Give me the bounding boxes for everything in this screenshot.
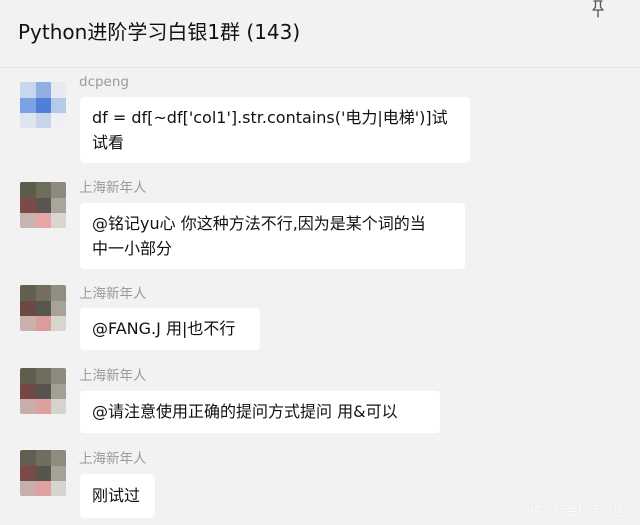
sender-name: 上海新年人: [79, 286, 147, 302]
message-bubble: @FANG.J 用|也不行: [80, 308, 260, 350]
message-text: @请注意使用正确的提问方式提问 用&可以: [92, 402, 398, 421]
avatar[interactable]: [20, 285, 66, 331]
avatar[interactable]: [20, 450, 66, 496]
message-bubble: df = df[~df['col1'].str.contains('电力|电梯'…: [80, 97, 470, 163]
sender-name: 上海新年人: [79, 368, 147, 384]
message-text: 刚试过: [92, 486, 141, 505]
watermark: @稀土掘金技术社区: [517, 504, 626, 518]
message-bubble: @请注意使用正确的提问方式提问 用&可以: [80, 391, 440, 433]
avatar[interactable]: [20, 182, 66, 228]
chat-title: Python进阶学习白银1群 (143): [18, 20, 301, 44]
message-text: 试看: [92, 133, 125, 152]
message-text: 中一小部分: [92, 239, 173, 258]
sender-name: 上海新年人: [79, 451, 147, 467]
message-text: df = df[~df['col1'].str.contains('电力|电梯'…: [92, 108, 448, 127]
message-bubble: 刚试过: [80, 474, 155, 518]
message-text: @铭记yu心 你这种方法不行,因为是某个词的当: [92, 214, 426, 233]
avatar[interactable]: [20, 82, 66, 128]
message-bubble: @铭记yu心 你这种方法不行,因为是某个词的当 中一小部分: [80, 203, 465, 269]
message-list[interactable]: dcpeng df = df[~df['col1'].str.contains(…: [0, 68, 640, 525]
message-text: @FANG.J 用|也不行: [92, 319, 236, 338]
avatar[interactable]: [20, 368, 66, 414]
pin-icon[interactable]: [590, 0, 606, 18]
sender-name: 上海新年人: [79, 180, 147, 196]
chat-header: Python进阶学习白银1群 (143): [0, 0, 640, 68]
sender-name: dcpeng: [79, 74, 129, 90]
